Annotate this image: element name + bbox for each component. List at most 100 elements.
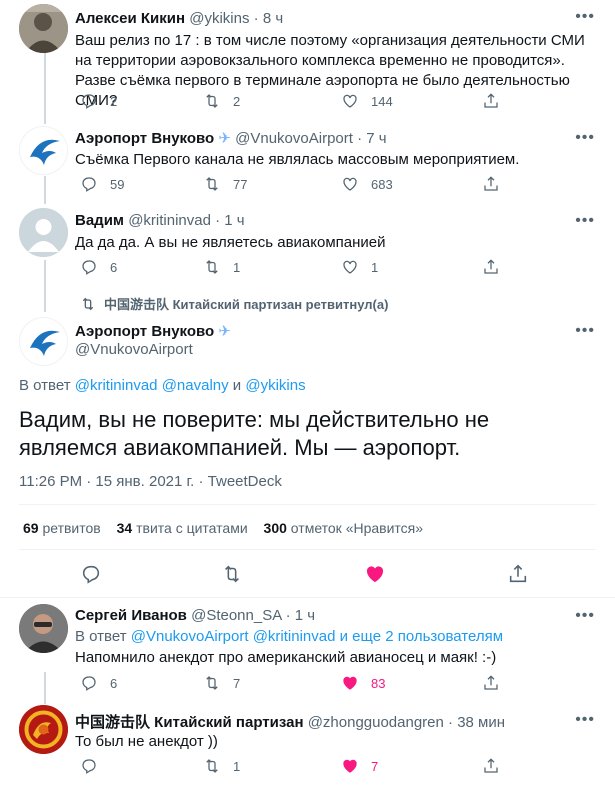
mention-link[interactable]: @VnukovoAirport @kritininvad	[131, 628, 336, 645]
heart-icon	[343, 177, 357, 191]
like-button[interactable]: 144	[341, 92, 393, 110]
tweet-actions: 59 77 683	[75, 175, 505, 195]
more-icon[interactable]: •••	[575, 607, 595, 625]
thread-line	[44, 176, 46, 204]
author-name[interactable]: 中国游击队 Китайский партизан	[75, 714, 304, 731]
share-button[interactable]	[482, 674, 500, 692]
like-count: 7	[371, 758, 379, 774]
share-icon	[484, 675, 498, 690]
author-handle[interactable]: @VnukovoAirport	[235, 130, 353, 147]
like-button[interactable]: 83	[341, 674, 385, 692]
retweet-context-label: 中国游击队 Китайский партизан ретвитнул(а)	[104, 297, 389, 312]
author-handle[interactable]: @VnukovoAirport	[75, 341, 193, 358]
share-button[interactable]	[482, 757, 500, 775]
like-button[interactable]: 683	[341, 175, 393, 193]
author-name[interactable]: Вадим	[75, 212, 124, 229]
tweet-stats: 69 ретвитов 34 твита с цитатами 300 отме…	[23, 520, 423, 536]
author-handle[interactable]: @Steonn_SA	[191, 607, 281, 624]
avatar[interactable]	[19, 4, 68, 53]
avatar[interactable]	[19, 126, 68, 175]
author-handle[interactable]: @zhongguodangren	[308, 714, 444, 731]
avatar[interactable]	[19, 208, 68, 257]
reply-icon	[82, 94, 96, 109]
reply-count: 59	[110, 176, 125, 192]
tweet-time[interactable]: 1 ч	[295, 607, 315, 624]
retweet-context[interactable]: 中国游击队 Китайский партизан ретвитнул(а)	[80, 294, 388, 313]
tweet-time[interactable]: 7 ч	[366, 130, 386, 147]
like-button[interactable]: 1	[341, 258, 378, 276]
more-mentions-link[interactable]: и еще 2 пользователям	[340, 628, 503, 645]
reply-button[interactable]	[80, 757, 98, 775]
reply-button[interactable]: 59	[80, 175, 124, 193]
more-icon[interactable]: •••	[575, 711, 595, 729]
reply-icon[interactable]	[80, 563, 102, 585]
tweet-time[interactable]: 1 ч	[224, 212, 244, 229]
share-button[interactable]	[482, 175, 500, 193]
tweet-header: 中国游击队 Китайский партизан @zhongguodangre…	[75, 711, 505, 732]
like-count: 144	[371, 93, 393, 109]
retweets-stat[interactable]: 69 ретвитов	[23, 520, 101, 536]
share-button[interactable]	[482, 258, 500, 276]
retweet-count: 1	[233, 758, 241, 774]
mention-link[interactable]: @kritininvad	[75, 377, 158, 394]
author-name[interactable]: Сергей Иванов	[75, 607, 187, 624]
tweet-text: Напомнило анекдот про американский авиан…	[75, 649, 497, 666]
more-icon[interactable]: •••	[575, 8, 595, 26]
airplane-icon: ✈	[218, 130, 231, 147]
tweet-timestamp[interactable]: 11:26 PM · 15 янв. 2021 г. · TweetDeck	[19, 473, 282, 490]
tweet-time[interactable]: 8 ч	[263, 10, 283, 27]
like-count: 1	[371, 259, 379, 275]
author-name: Аэропорт Внуково	[75, 323, 215, 340]
main-tweet-author[interactable]: Аэропорт Внуково ✈	[75, 322, 231, 340]
heart-filled-icon[interactable]	[364, 563, 386, 585]
avatar[interactable]	[19, 317, 68, 366]
tweet-header: Алексеи Кикин @ykikins · 8 ч	[75, 10, 283, 27]
reply-context: В ответ @kritininvad @navalny и @ykikins	[19, 377, 306, 394]
retweet-button[interactable]: 1	[203, 258, 240, 276]
likes-stat[interactable]: 300 отметок «Нравится»	[264, 520, 424, 536]
retweet-icon	[206, 94, 218, 108]
reply-button[interactable]: 6	[80, 258, 117, 276]
author-handle[interactable]: @kritininvad	[128, 212, 211, 229]
author-name[interactable]: Алексеи Кикин	[75, 10, 185, 27]
author-handle[interactable]: @ykikins	[189, 10, 249, 27]
like-button[interactable]: 7	[341, 757, 378, 775]
share-icon[interactable]	[507, 563, 529, 585]
tweet-time[interactable]: 38 мин	[457, 714, 505, 731]
reply-button[interactable]: 6	[80, 674, 117, 692]
separator-dot: ·	[253, 10, 259, 27]
share-button[interactable]	[482, 92, 500, 110]
separator-dot: ·	[285, 607, 291, 624]
vnukovo-logo	[30, 139, 60, 165]
reply-count: 6	[110, 259, 118, 275]
thread-line	[44, 52, 46, 124]
retweet-button[interactable]: 2	[203, 92, 240, 110]
reply-button[interactable]: 2	[80, 92, 117, 110]
more-icon[interactable]: •••	[575, 129, 595, 147]
reply-icon	[82, 177, 96, 192]
thread-line	[44, 672, 46, 704]
tweet-text: То был не анекдот ))	[75, 733, 218, 750]
divider	[19, 549, 596, 550]
author-name[interactable]: Аэропорт Внуково	[75, 130, 214, 147]
avatar[interactable]	[19, 705, 68, 754]
mention-link[interactable]: @navalny	[162, 377, 229, 394]
main-tweet-text: Вадим, вы не поверите: мы действительно …	[19, 407, 490, 460]
mention-link[interactable]: @ykikins	[245, 377, 305, 394]
reply-context: В ответ @VnukovoAirport @kritininvad и е…	[75, 628, 503, 645]
separator-dot: ·	[448, 714, 454, 731]
retweet-button[interactable]: 77	[203, 175, 247, 193]
quotes-stat[interactable]: 34 твита с цитатами	[117, 520, 248, 536]
reply-count: 6	[110, 675, 118, 691]
reply-and: и	[232, 377, 242, 394]
retweet-icon[interactable]	[221, 563, 243, 585]
retweet-button[interactable]: 1	[203, 757, 240, 775]
retweet-count: 77	[233, 176, 248, 192]
retweet-button[interactable]: 7	[203, 674, 240, 692]
avatar[interactable]	[19, 604, 68, 653]
share-icon	[484, 176, 498, 191]
more-icon[interactable]: •••	[575, 212, 595, 230]
reply-icon	[82, 676, 96, 691]
tweet-text: Съёмка Первого канала не являлась массов…	[75, 151, 520, 168]
more-icon[interactable]: •••	[575, 322, 595, 340]
